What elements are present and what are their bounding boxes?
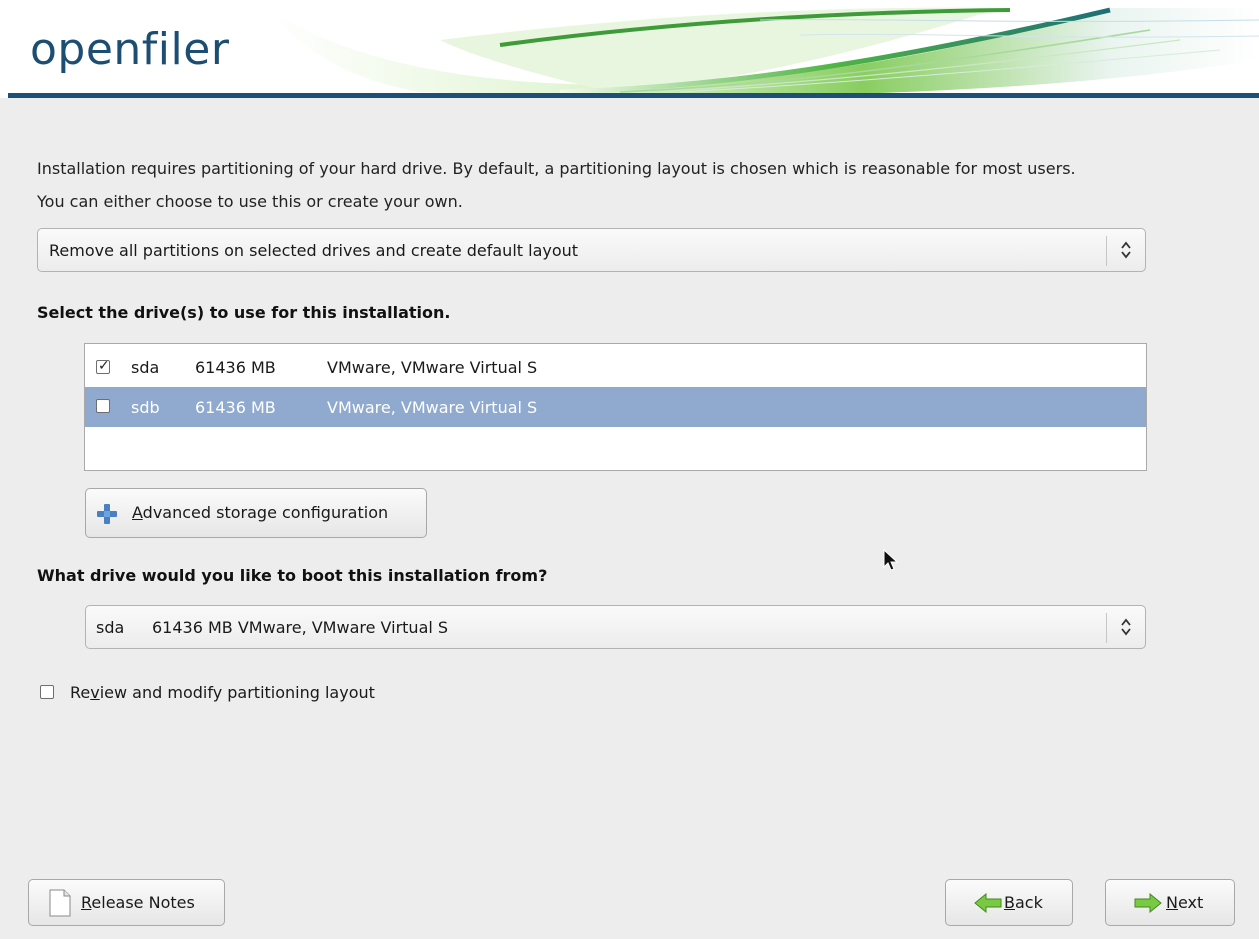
- boot-heading: What drive would you like to boot this i…: [37, 566, 548, 585]
- drive-row-sda[interactable]: ✓ sda 61436 MB VMware, VMware Virtual S: [85, 347, 1146, 387]
- arrow-right-icon: [1134, 893, 1162, 913]
- intro-text: Installation requires partitioning of yo…: [37, 152, 1237, 218]
- review-label-post: iew and modify partitioning layout: [99, 683, 375, 702]
- arrow-left-icon: [974, 893, 1002, 913]
- next-button[interactable]: Next: [1105, 879, 1235, 926]
- drive-name: sdb: [131, 398, 160, 417]
- drive-row-sdb[interactable]: sdb 61436 MB VMware, VMware Virtual S: [85, 387, 1146, 427]
- boot-drive-select[interactable]: sda 61436 MB VMware, VMware Virtual S: [85, 605, 1146, 649]
- advanced-storage-label: dvanced storage configuration: [142, 503, 389, 522]
- mnemonic-v: v: [90, 683, 100, 702]
- mnemonic-r: R: [81, 893, 92, 912]
- advanced-storage-button[interactable]: Advanced storage configuration: [85, 488, 427, 538]
- boot-drive-desc: 61436 MB VMware, VMware Virtual S: [152, 618, 449, 637]
- review-layout-label: Review and modify partitioning layout: [70, 683, 375, 702]
- mnemonic-b: B: [1004, 893, 1015, 912]
- drive-name: sda: [131, 358, 160, 377]
- mnemonic-a: A: [132, 503, 143, 522]
- drive-checkbox-sda[interactable]: ✓: [96, 358, 110, 374]
- drive-list[interactable]: ✓ sda 61436 MB VMware, VMware Virtual S …: [84, 343, 1147, 471]
- mnemonic-n: N: [1166, 893, 1178, 912]
- intro-line-1: Installation requires partitioning of yo…: [37, 159, 1076, 178]
- back-label: ack: [1014, 893, 1043, 912]
- checkmark-icon: ✓: [98, 358, 110, 374]
- updown-arrows-icon: [1121, 241, 1131, 259]
- drive-checkbox-sdb[interactable]: [96, 399, 110, 413]
- next-label: ext: [1177, 893, 1204, 912]
- back-button[interactable]: Back: [945, 879, 1073, 926]
- release-notes-label: elease Notes: [91, 893, 195, 912]
- header-banner: openfiler: [0, 0, 1259, 98]
- review-layout-checkbox[interactable]: [40, 685, 54, 699]
- drive-size: 61436 MB: [195, 398, 276, 417]
- partition-layout-select[interactable]: Remove all partitions on selected drives…: [37, 228, 1146, 272]
- combo-separator: [1106, 236, 1107, 266]
- header-divider: [8, 93, 1259, 98]
- intro-line-2: You can either choose to use this or cre…: [37, 192, 463, 211]
- drive-size: 61436 MB: [195, 358, 276, 377]
- boot-drive-name: sda: [96, 618, 125, 637]
- review-label-pre: Re: [70, 683, 91, 702]
- combo-separator: [1106, 613, 1107, 643]
- document-icon: [49, 889, 71, 917]
- updown-arrows-icon: [1121, 618, 1131, 636]
- mouse-pointer-icon: [883, 549, 899, 571]
- drive-model: VMware, VMware Virtual S: [327, 358, 538, 377]
- drives-heading: Select the drive(s) to use for this inst…: [37, 303, 451, 322]
- partition-layout-value: Remove all partitions on selected drives…: [49, 241, 579, 260]
- plus-icon: [97, 504, 117, 524]
- release-notes-button[interactable]: Release Notes: [28, 879, 225, 926]
- openfiler-logo: openfiler: [30, 24, 230, 75]
- drive-model: VMware, VMware Virtual S: [327, 398, 538, 417]
